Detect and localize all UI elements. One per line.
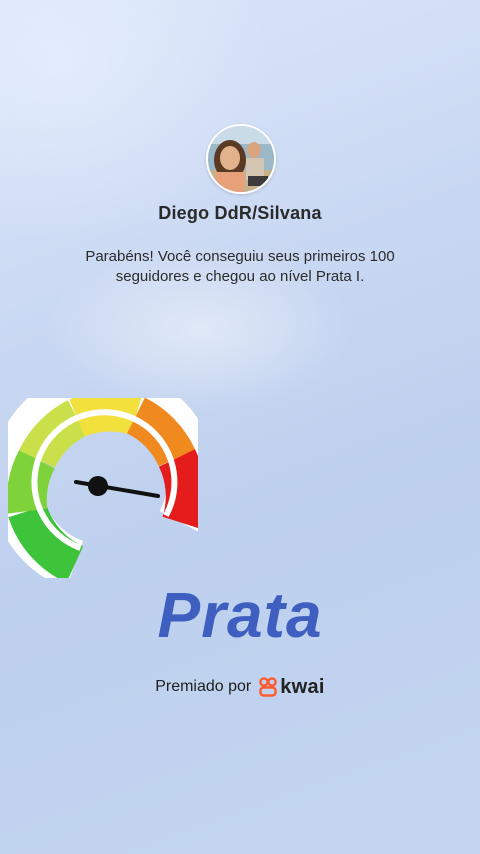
username: Diego DdR/Silvana xyxy=(158,203,322,223)
kwai-brand-text: kwai xyxy=(280,675,325,698)
kwai-logo-icon xyxy=(259,677,278,697)
congratulation-message: Parabéns! Você conseguiu seus primeiros … xyxy=(85,248,395,285)
speedometer-gauge-icon xyxy=(0,368,217,589)
level-title: Prata xyxy=(157,579,323,651)
avatar[interactable] xyxy=(206,124,276,194)
kwai-logo[interactable]: kwai xyxy=(259,676,325,699)
awarded-by: Premiado por kwai xyxy=(0,674,480,700)
gauge-segment-red xyxy=(158,449,206,529)
gauge-segment-green xyxy=(8,504,84,583)
awarded-by-label: Premiado por xyxy=(155,678,252,695)
